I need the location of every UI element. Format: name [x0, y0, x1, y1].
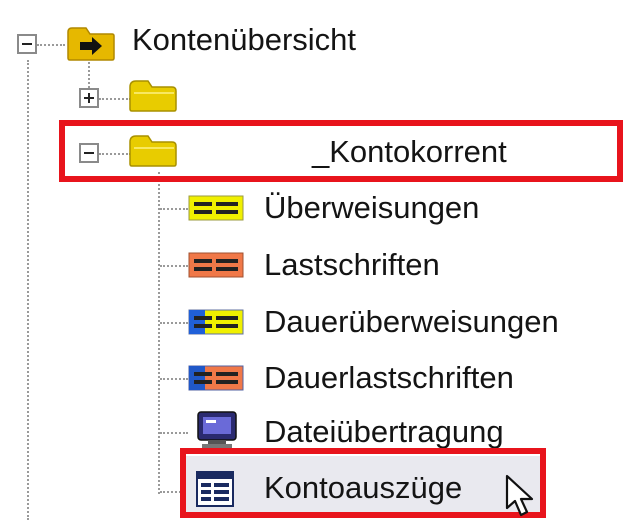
- expanded-account-label[interactable]: _Kontokorrent: [312, 134, 507, 170]
- account-expand-toggle[interactable]: [79, 88, 99, 108]
- tree-root-label[interactable]: Kontenübersicht: [132, 22, 356, 58]
- folder-icon[interactable]: [128, 134, 178, 168]
- tree-connector-h: [160, 432, 188, 434]
- file-transfer-icon: [197, 411, 237, 448]
- child-label-recurring-debits[interactable]: Dauerlastschriften: [264, 360, 514, 396]
- folder-arrow-icon: [67, 27, 115, 61]
- standing-order-icon: [188, 309, 244, 335]
- account-tree: Kontenübersicht _Kontokorrent Überweisun…: [0, 0, 630, 520]
- transfer-icon: [188, 195, 244, 221]
- tree-connector-h: [99, 153, 131, 155]
- direct-debit-icon: [188, 252, 244, 278]
- tree-connector-h: [160, 265, 188, 267]
- folder-icon[interactable]: [128, 79, 178, 113]
- mouse-pointer-icon: [505, 474, 534, 517]
- recurring-debit-icon: [188, 365, 244, 391]
- root-collapse-toggle[interactable]: [17, 34, 37, 54]
- child-label-account-statements[interactable]: Kontoauszüge: [264, 470, 462, 506]
- account-collapse-toggle[interactable]: [79, 143, 99, 163]
- tree-connector-h: [160, 322, 188, 324]
- child-label-file-transfer[interactable]: Dateiübertragung: [264, 414, 504, 450]
- child-label-direct-debits[interactable]: Lastschriften: [264, 247, 440, 283]
- child-label-transfers[interactable]: Überweisungen: [264, 190, 479, 226]
- tree-connector-h: [37, 44, 65, 46]
- tree-connector-children: [158, 172, 160, 494]
- child-label-standing-orders[interactable]: Dauerüberweisungen: [264, 304, 559, 340]
- tree-connector-h: [160, 491, 188, 493]
- tree-connector-root: [27, 60, 29, 520]
- tree-connector-h: [160, 208, 188, 210]
- tree-connector-level1: [88, 58, 90, 88]
- account-statement-icon: [196, 471, 234, 507]
- tree-connector-h: [160, 378, 188, 380]
- tree-connector-h: [99, 98, 131, 100]
